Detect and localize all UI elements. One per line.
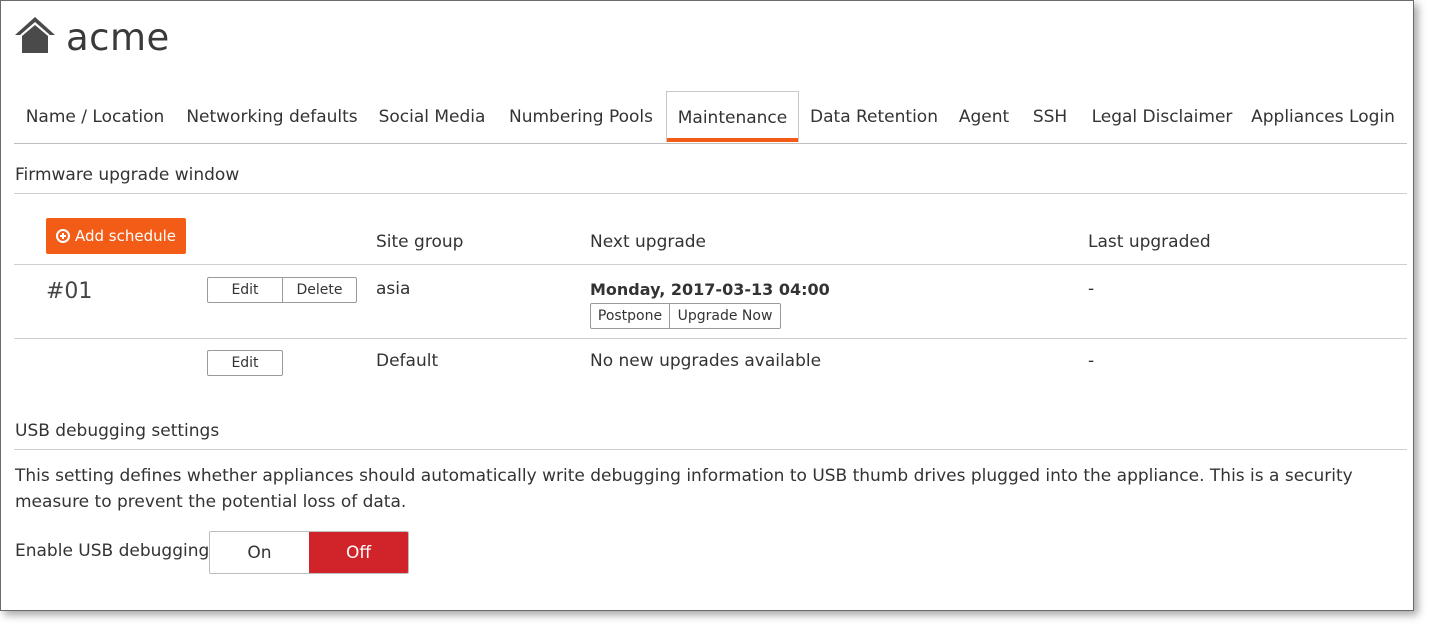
usb-off-option[interactable]: Off [309,532,408,573]
last-upgraded-value: - [1088,279,1095,299]
home-icon [14,15,56,59]
usb-description: This setting defines whether appliances … [15,466,1353,512]
org-name: acme [66,15,170,59]
last-upgraded-value: - [1088,351,1095,371]
next-upgrade-value: Monday, 2017-03-13 04:00 [590,280,830,299]
tab-agent[interactable]: Agent [954,91,1014,142]
row-actions: Edit [207,350,283,376]
add-schedule-button[interactable]: Add schedule [46,218,186,254]
tab-networking-defaults[interactable]: Networking defaults [180,91,364,142]
org-header: acme [14,15,170,59]
usb-debugging-toggle: On Off [209,531,409,574]
edit-button[interactable]: Edit [208,351,282,375]
tab-name-location[interactable]: Name / Location [14,91,176,142]
divider [14,264,1407,265]
postpone-button[interactable]: Postpone [591,304,669,328]
column-header-next-upgrade: Next upgrade [590,232,707,252]
upgrade-actions: Postpone Upgrade Now [590,303,781,329]
settings-window: acme Name / Location Networking defaults… [0,0,1414,611]
tab-maintenance[interactable]: Maintenance [666,91,799,142]
tab-ssh[interactable]: SSH [1027,91,1073,142]
tab-legal-disclaimer[interactable]: Legal Disclaimer [1087,91,1237,142]
next-upgrade-value: No new upgrades available [590,351,822,371]
settings-tabs: Name / Location Networking defaults Soci… [14,91,1407,144]
tab-numbering-pools[interactable]: Numbering Pools [500,91,662,142]
divider [14,449,1407,450]
column-header-last-upgraded: Last upgraded [1088,232,1211,252]
site-group-value: Default [376,351,439,371]
tab-data-retention[interactable]: Data Retention [801,91,947,142]
usb-section-title: USB debugging settings [15,421,220,441]
tab-appliances-login[interactable]: Appliances Login [1247,91,1399,142]
row-actions: Edit Delete [207,277,357,303]
divider [14,193,1407,194]
divider [14,338,1407,339]
firmware-section-title: Firmware upgrade window [15,165,240,185]
tab-social-media[interactable]: Social Media [371,91,493,142]
add-schedule-label: Add schedule [74,227,177,245]
site-group-value: asia [376,279,411,299]
usb-toggle-label: Enable USB debugging [15,541,210,561]
upgrade-now-button[interactable]: Upgrade Now [669,304,780,328]
plus-circle-icon [55,229,70,243]
edit-button[interactable]: Edit [208,278,282,302]
usb-on-option[interactable]: On [210,532,309,573]
column-header-site-group: Site group [376,232,464,252]
schedule-id: #01 [46,279,93,304]
delete-button[interactable]: Delete [282,278,356,302]
